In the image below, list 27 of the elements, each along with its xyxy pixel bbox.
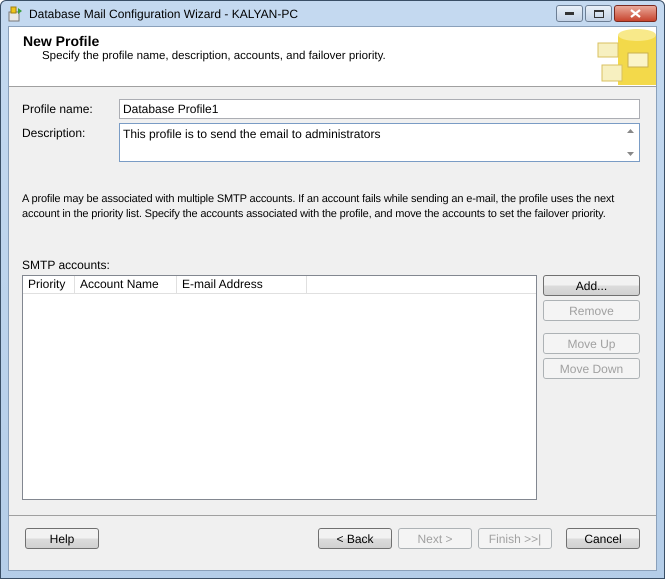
button[interactable]: < Back — [318, 528, 392, 549]
field-label: Profile name: — [22, 101, 94, 116]
scroll-down-icon[interactable] — [627, 152, 634, 156]
page-title: New Profile — [23, 33, 100, 49]
button[interactable]: Cancel — [566, 528, 640, 549]
description-field[interactable]: This profile is to send the email to administrators — [119, 123, 640, 162]
column-header[interactable]: Account Name — [75, 276, 177, 293]
column-header[interactable]: E-mail Address — [177, 276, 307, 293]
list-label: SMTP accounts: — [22, 258, 111, 272]
button[interactable]: Add... — [542, 275, 640, 296]
button[interactable]: Help — [25, 528, 99, 549]
minimize-icon — [565, 12, 574, 16]
accounts-list[interactable]: Priority Account Name E-mail Address — [22, 275, 537, 500]
close-button[interactable] — [614, 5, 657, 22]
close-icon — [630, 9, 641, 18]
app-icon — [8, 6, 24, 22]
database-drawing — [596, 29, 656, 85]
scroll-up-icon[interactable] — [627, 129, 634, 133]
profile-name-field[interactable]: Database Profile1 — [119, 99, 640, 119]
window-title: Database Mail Configuration Wizard - KALYAN-PC — [29, 6, 299, 20]
column-header[interactable]: Priority — [23, 276, 75, 293]
maximize-icon — [594, 10, 604, 18]
page-subtitle: Specify the profile name, description, accounts, and failover priority. — [42, 50, 387, 62]
minimize-button[interactable] — [556, 5, 583, 22]
maximize-button[interactable] — [585, 5, 612, 22]
info-paragraph: A profile may be associated with multiple SMTP accounts. If an account fails while sending an e-mail, the profile uses the next account in the priority list. Specify the accounts associated with the profile, and move the accounts to set the failover priority. — [22, 192, 616, 222]
field-label: Description: — [22, 125, 86, 140]
